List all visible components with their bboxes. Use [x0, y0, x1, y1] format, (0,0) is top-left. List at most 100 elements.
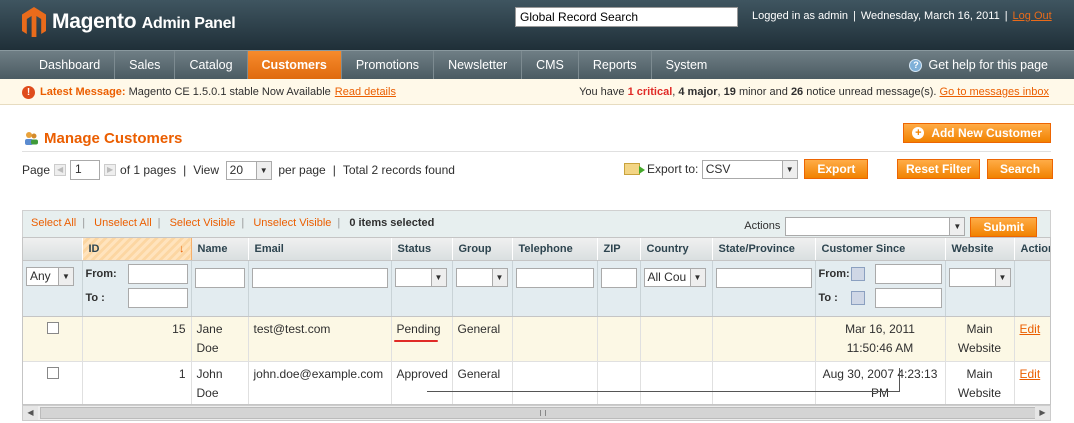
col-state[interactable]: State/Province [712, 238, 816, 261]
cell-group: General [452, 361, 513, 404]
id-from-input[interactable] [127, 263, 188, 284]
col-id[interactable]: ID ↓ [82, 238, 192, 261]
add-button-label: Add New Customer [931, 126, 1042, 140]
title-divider [22, 151, 1051, 152]
search-button[interactable]: Search [987, 159, 1054, 179]
notice-suffix: notice unread message(s). [806, 86, 937, 98]
current-date: Wednesday, March 16, 2011 [860, 10, 1000, 22]
group-filter-select[interactable]: ▼ [455, 267, 508, 287]
grid-header-row: ID ↓ Name Email Status Group Telephone ZI… [23, 238, 1050, 261]
since-from-input[interactable] [874, 263, 942, 284]
country-filter-select[interactable]: All Cou ▼ [643, 267, 706, 287]
next-page-icon[interactable]: ▶ [104, 164, 117, 176]
edit-link[interactable]: Edit [1020, 367, 1041, 381]
nav-reports[interactable]: Reports [579, 51, 652, 79]
nav-dashboard[interactable]: Dashboard [0, 51, 116, 79]
since-to-input[interactable] [874, 287, 942, 308]
nav-system[interactable]: System [652, 51, 722, 79]
prev-page-icon[interactable]: ◀ [54, 164, 67, 176]
scroll-left-icon[interactable]: ◀ [23, 406, 38, 420]
grid-toolbar: Page ◀ 1 ▶ of 1 pages | View 20 ▼ per pag… [0, 155, 1074, 185]
dropdown-arrow-icon: ▼ [994, 268, 1010, 286]
nav-cms[interactable]: CMS [522, 51, 579, 79]
nav-sales[interactable]: Sales [115, 51, 176, 79]
pager: Page ◀ 1 ▶ of 1 pages | View 20 ▼ per pag… [22, 160, 455, 180]
magento-logo[interactable]: Magento Admin Panel [22, 7, 236, 37]
cell-id: 1 [82, 361, 192, 404]
actions-select[interactable]: ▼ [785, 217, 966, 236]
submit-button[interactable]: Submit [970, 216, 1037, 237]
page-label: Page [22, 163, 51, 177]
add-new-customer-button[interactable]: + Add New Customer [903, 123, 1051, 143]
logged-in-text: Logged in as admin [752, 10, 849, 22]
col-country[interactable]: Country [640, 238, 713, 261]
col-website[interactable]: Website [945, 238, 1015, 261]
nav-newsletter[interactable]: Newsletter [434, 51, 523, 79]
cell-customer-since: Aug 30, 2007 4:23:13 PM [815, 361, 946, 404]
col-customer-since[interactable]: Customer Since [815, 238, 946, 261]
global-search-input[interactable]: Global Record Search [515, 7, 738, 27]
cell-id: 15 [82, 316, 192, 362]
col-name[interactable]: Name [191, 238, 249, 261]
page-title: Manage Customers [44, 130, 183, 147]
calendar-icon[interactable] [850, 290, 865, 305]
customers-grid: ID ↓ Name Email Status Group Telephone ZI… [22, 237, 1051, 405]
main-nav: Dashboard Sales Catalog Customers Promot… [0, 50, 1074, 79]
row-checkbox[interactable] [47, 366, 59, 379]
name-filter-input[interactable] [194, 267, 245, 288]
zip-filter-input[interactable] [600, 267, 637, 288]
cell-email: test@test.com [248, 316, 392, 362]
calendar-icon[interactable] [850, 266, 865, 281]
horizontal-scrollbar[interactable]: ◀ ▶ [22, 405, 1051, 421]
cell-status: Approved [391, 361, 453, 404]
col-email[interactable]: Email [248, 238, 392, 261]
export-button[interactable]: Export [804, 159, 869, 179]
help-link[interactable]: ? Get help for this page [909, 51, 1048, 79]
read-details-link[interactable]: Read details [335, 79, 396, 105]
email-filter-input[interactable] [251, 267, 388, 288]
per-page-select[interactable]: 20 ▼ [225, 160, 272, 180]
nav-catalog[interactable]: Catalog [175, 51, 248, 79]
logout-link[interactable]: Log Out [1013, 10, 1052, 22]
state-filter-input[interactable] [715, 267, 812, 288]
export-format-value: CSV [705, 162, 731, 176]
row-checkbox[interactable] [47, 321, 59, 334]
per-page-value: 20 [229, 163, 244, 177]
dropdown-arrow-icon: ▼ [491, 268, 507, 286]
id-to-input[interactable] [127, 287, 188, 308]
scroll-right-icon[interactable]: ▶ [1035, 406, 1050, 420]
col-telephone[interactable]: Telephone [512, 238, 598, 261]
reset-filter-button[interactable]: Reset Filter [897, 159, 981, 179]
sort-desc-icon: ↓ [179, 242, 185, 255]
export-icon [624, 163, 645, 175]
col-zip[interactable]: ZIP [597, 238, 641, 261]
minor-suffix: minor and [738, 86, 788, 98]
select-visible-link[interactable]: Select Visible [170, 217, 236, 229]
telephone-filter-input[interactable] [515, 267, 594, 288]
cell-state [712, 361, 816, 404]
website-filter-select[interactable]: ▼ [948, 267, 1011, 287]
massaction-filter-select[interactable]: Any ▼ [26, 266, 74, 286]
table-row[interactable]: 1 John Doe john.doe@example.com Approved… [23, 361, 1050, 404]
system-message-bar: ! Latest Message: Magento CE 1.5.0.1 sta… [0, 79, 1074, 105]
nav-customers[interactable]: Customers [247, 51, 342, 79]
messages-inbox-link[interactable]: Go to messages inbox [940, 86, 1049, 98]
export-format-select[interactable]: CSV ▼ [701, 159, 798, 179]
table-row[interactable]: 15 Jane Doe test@test.com Pending Genera… [23, 316, 1050, 362]
select-all-link[interactable]: Select All [31, 217, 76, 229]
scrollbar-thumb[interactable] [40, 407, 1040, 419]
cell-country [640, 316, 713, 362]
alert-icon: ! [22, 85, 35, 99]
page-number-input[interactable]: 1 [70, 160, 101, 180]
status-filter-select[interactable]: ▼ [394, 267, 447, 287]
col-status[interactable]: Status [391, 238, 453, 261]
col-group[interactable]: Group [452, 238, 513, 261]
help-icon: ? [909, 58, 923, 72]
nav-promotions[interactable]: Promotions [342, 51, 435, 79]
brand-main: Magento [52, 10, 137, 33]
unselect-all-link[interactable]: Unselect All [94, 217, 151, 229]
edit-link[interactable]: Edit [1020, 322, 1041, 336]
critical-count: 1 critical [627, 86, 673, 98]
pending-underline-annotation [394, 340, 438, 342]
unselect-visible-link[interactable]: Unselect Visible [253, 217, 331, 229]
